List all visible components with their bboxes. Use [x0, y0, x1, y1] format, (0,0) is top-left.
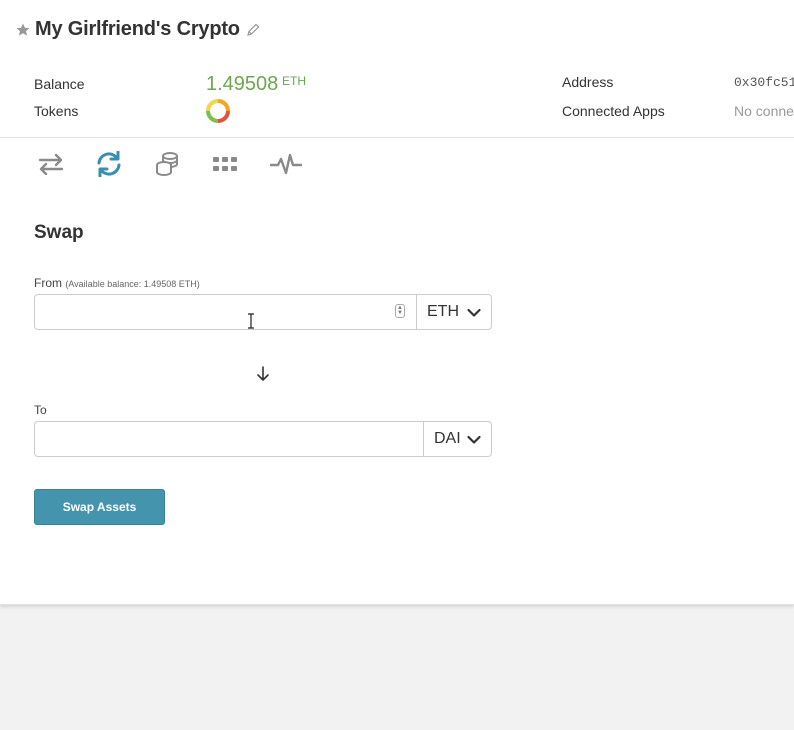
- address-label: Address: [562, 74, 614, 90]
- connected-apps-value: No conne: [734, 103, 794, 119]
- tokens-label: Tokens: [34, 103, 79, 119]
- coin-stack-icon[interactable]: [151, 150, 183, 178]
- from-label: From (Available balance: 1.49508 ETH): [34, 276, 200, 290]
- pencil-icon[interactable]: [245, 22, 261, 38]
- to-amount-input[interactable]: [34, 421, 424, 457]
- from-label-text: From: [34, 276, 62, 290]
- chevron-down-icon: [467, 433, 481, 445]
- swap-assets-button[interactable]: Swap Assets: [34, 489, 165, 525]
- available-balance-hint: (Available balance: 1.49508 ETH): [65, 279, 200, 289]
- number-stepper[interactable]: ▲ ▼: [395, 304, 405, 318]
- to-token-value: DAI: [434, 430, 461, 447]
- balance-unit: ETH: [282, 74, 306, 88]
- star-icon[interactable]: [15, 22, 31, 38]
- grid-apps-icon[interactable]: [209, 150, 241, 178]
- swap-title: Swap: [34, 222, 84, 243]
- from-token-select[interactable]: ETH: [416, 294, 492, 330]
- swap-refresh-icon[interactable]: [93, 150, 125, 178]
- activity-pulse-icon[interactable]: [270, 150, 302, 178]
- arrow-down-icon: [255, 365, 271, 383]
- token-logo-icon[interactable]: [206, 99, 230, 123]
- to-label: To: [34, 403, 47, 417]
- connected-apps-label: Connected Apps: [562, 103, 665, 119]
- chevron-down-icon: [467, 306, 481, 318]
- address-value[interactable]: 0x30fc51: [734, 75, 794, 90]
- from-amount-input[interactable]: [34, 294, 417, 330]
- wallet-card: My Girlfriend's Crypto Balance 1.49508 E…: [0, 0, 794, 605]
- wallet-header: My Girlfriend's Crypto: [15, 18, 261, 41]
- balance-value: 1.49508: [206, 73, 279, 95]
- header-divider: [0, 137, 794, 138]
- transfer-arrows-icon[interactable]: [35, 150, 67, 178]
- to-token-select[interactable]: DAI: [423, 421, 492, 457]
- wallet-title: My Girlfriend's Crypto: [35, 18, 240, 40]
- balance-label: Balance: [34, 76, 85, 92]
- from-token-value: ETH: [427, 303, 459, 320]
- text-cursor-icon: [247, 313, 255, 329]
